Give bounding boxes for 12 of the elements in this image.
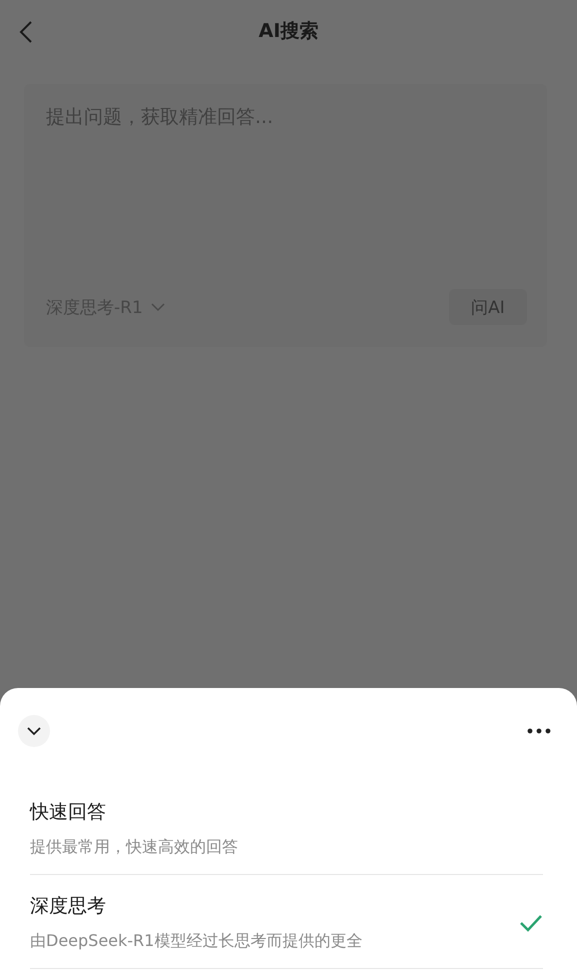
more-icon (527, 728, 551, 734)
option-description: 提供最常用，快速高效的回答 (30, 837, 239, 858)
chevron-down-icon (150, 302, 165, 312)
mode-option[interactable]: 快速回答 提供最常用，快速高效的回答 (30, 793, 543, 875)
back-icon (18, 20, 34, 44)
collapse-button[interactable] (18, 715, 50, 747)
page-title: AI搜索 (258, 19, 318, 44)
chevron-down-icon (27, 726, 41, 736)
option-title: 深度思考 (30, 894, 107, 919)
mode-option[interactable]: 深度思考 由DeepSeek-R1模型经过长思考而提供的更全 (30, 887, 543, 969)
option-title: 快速回答 (30, 800, 107, 825)
option-description: 由DeepSeek-R1模型经过长思考而提供的更全 (30, 931, 364, 952)
